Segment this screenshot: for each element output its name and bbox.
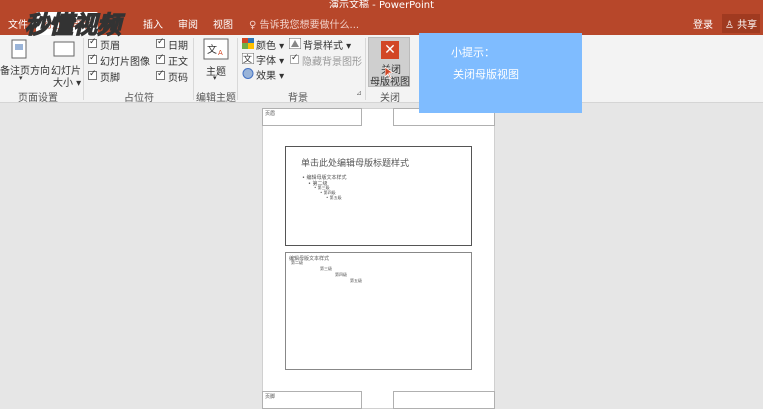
page-number-checkbox[interactable] [156,69,165,80]
group-label-page-setup: 页面设置 [18,93,58,104]
background-styles-button[interactable]: 背景样式 ▾ [303,37,351,52]
notes-placeholder[interactable]: 编辑母版文本样式 第二级 第三级 第四级 第五级 [285,252,472,370]
group-divider [193,38,194,100]
group-label-edit-theme: 编辑主题 [196,93,236,104]
header-placeholder-text: 页眉 [265,111,276,117]
theme-icon: 文 A [203,38,229,60]
group-label-close: 关闭 [380,93,400,104]
footer-label: 页脚 [100,73,120,84]
slide-size-label-2: 大小 ▾ [53,78,82,89]
watermark-text: 秒懂视频 [25,11,126,39]
background-styles-icon [289,38,301,49]
notes-orientation-button[interactable]: 备注页方向 [0,62,50,77]
close-master-view-button[interactable]: ✕ 关闭 母版视图 [368,37,410,88]
svg-text:文: 文 [243,53,252,64]
colors-icon [242,38,254,49]
tell-me-search[interactable]: ♀ 告诉我您想要做什么... [249,16,359,31]
lightbulb-icon: ♀ [249,20,260,31]
chevron-down-icon: ▾ [213,74,217,82]
notes-level-4: 第四级 [335,272,347,277]
close-icon: ✕ [381,41,399,59]
hide-background-checkbox[interactable] [290,53,299,64]
body-checkbox[interactable] [156,53,165,64]
notes-level-5: 第五级 [350,278,362,283]
effects-button[interactable]: 效果 ▾ [256,67,284,82]
page-number-placeholder[interactable] [393,391,495,409]
mouse-cursor-icon [385,67,393,79]
effects-icon [242,68,254,79]
group-divider [365,38,366,100]
group-label-background: 背景 [288,93,308,104]
fonts-button[interactable]: 字体 ▾ [256,52,284,67]
colors-button[interactable]: 颜色 ▾ [256,37,284,52]
group-divider [83,38,84,100]
tip-overlay: 小提示： 关闭母版视图 [419,33,582,113]
tip-title: 小提示： [451,46,495,59]
tip-body: 关闭母版视图 [453,68,519,81]
header-placeholder[interactable]: 页眉 [262,108,362,126]
tab-insert[interactable]: 插入 [143,16,163,31]
slide-level-5: • 第五级 [326,195,342,200]
group-label-placeholders: 占位符 [124,93,154,104]
dialog-launcher-icon[interactable]: ⊿ [356,89,362,97]
tab-view[interactable]: 视图 [213,16,233,31]
slide-title-placeholder: 单击此处编辑母版标题样式 [301,159,410,169]
notes-level-3: 第三级 [320,266,332,271]
hide-background-label: 隐藏背景图形 [302,57,362,68]
footer-placeholder-text: 页脚 [265,394,276,400]
slide-image-label: 幻灯片图像 [100,57,150,68]
body-label: 正文 [168,57,188,68]
slide-image-checkbox[interactable] [88,53,97,64]
person-icon: ♙ [725,20,738,31]
date-label: 日期 [168,41,188,52]
footer-checkbox[interactable] [88,69,97,80]
notes-level-2: 第二级 [291,260,303,265]
share-button[interactable]: ♙ 共享 [722,14,761,33]
date-checkbox[interactable] [156,37,165,48]
svg-text:A: A [218,49,223,57]
chevron-down-icon: ▾ [19,74,23,82]
signin-link[interactable]: 登录 [693,16,713,31]
tab-review[interactable]: 审阅 [178,16,198,31]
footer-placeholder[interactable]: 页脚 [262,391,362,409]
group-divider [237,38,238,100]
fonts-icon: 文 [242,53,254,64]
page-number-label: 页码 [168,73,188,84]
svg-text:文: 文 [207,43,217,56]
watermark-logo: 秒懂视频 [24,10,126,39]
slide-image-placeholder[interactable]: 单击此处编辑母版标题样式 • 编辑母版文本样式 • 第二级 • 第三级 • 第四… [285,146,472,246]
